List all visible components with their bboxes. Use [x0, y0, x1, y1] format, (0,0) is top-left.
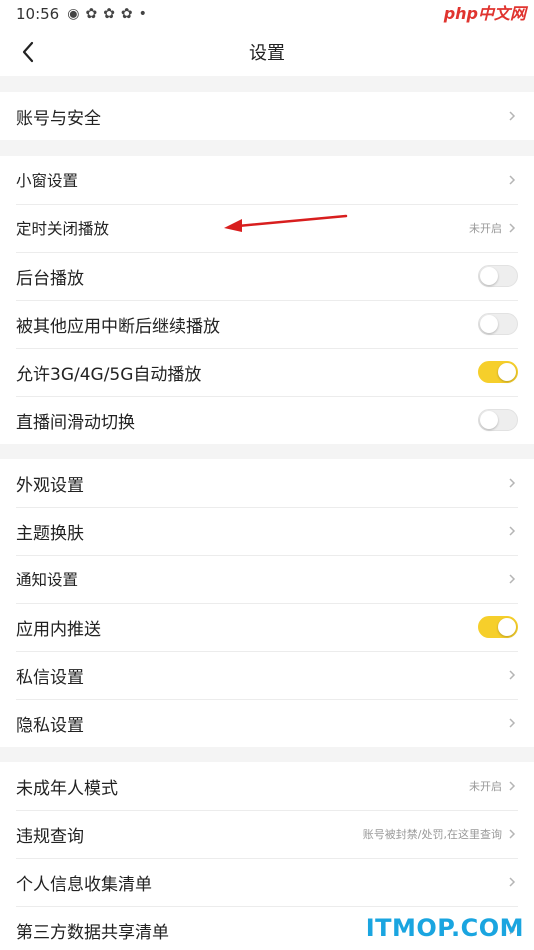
settings-group-playback: 小窗设置 定时关闭播放 未开启 后台播放 被其他应用中断后继续播放 允许3G/4… [0, 156, 534, 444]
setting-label: 被其他应用中断后继续播放 [16, 316, 220, 337]
chevron-right-icon [508, 779, 518, 793]
setting-background-play: 后台播放 [0, 252, 534, 300]
setting-live-swipe: 直播间滑动切换 [0, 396, 534, 444]
setting-label: 主题换肤 [16, 523, 84, 544]
chevron-right-icon [508, 716, 518, 730]
app-icon: ✿ [103, 6, 115, 22]
toggle-knob [498, 363, 516, 381]
setting-private-messages[interactable]: 私信设置 [0, 651, 534, 699]
live-swipe-toggle[interactable] [478, 409, 518, 431]
settings-group-account: 账号与安全 [0, 92, 534, 140]
setting-label: 允许3G/4G/5G自动播放 [16, 364, 202, 385]
annotation-arrow-icon [224, 214, 348, 232]
setting-personal-info-list[interactable]: 个人信息收集清单 [0, 858, 534, 906]
nav-header: 设置 [0, 28, 534, 76]
toggle-knob [498, 618, 516, 636]
section-gap [0, 76, 534, 92]
background-play-toggle[interactable] [478, 265, 518, 287]
chevron-right-icon [508, 668, 518, 682]
chevron-right-icon [508, 173, 518, 187]
resume-after-interrupt-toggle[interactable] [478, 313, 518, 335]
setting-value: 未开启 [469, 222, 502, 235]
chevron-right-icon [508, 875, 518, 889]
status-icons: ◉ ✿ ✿ ✿ • [67, 6, 147, 22]
section-gap [0, 747, 534, 762]
section-gap [0, 140, 534, 156]
setting-privacy[interactable]: 隐私设置 [0, 699, 534, 747]
setting-value: 账号被封禁/处罚,在这里查询 [362, 828, 502, 841]
app-icon: ✿ [85, 6, 98, 22]
status-time: 10:56 [16, 5, 60, 23]
setting-label: 后台播放 [16, 268, 84, 289]
status-dot: • [138, 6, 147, 22]
setting-value: 未开启 [469, 780, 502, 793]
setting-notifications[interactable]: 通知设置 [0, 555, 534, 603]
chevron-right-icon [508, 221, 518, 235]
chevron-left-icon [22, 41, 34, 63]
setting-minor-mode[interactable]: 未成年人模式 未开启 [0, 762, 534, 810]
setting-mini-window[interactable]: 小窗设置 [0, 156, 534, 204]
setting-theme-skin[interactable]: 主题换肤 [0, 507, 534, 555]
chevron-right-icon [508, 476, 518, 490]
chevron-right-icon [508, 109, 518, 123]
setting-label: 小窗设置 [16, 172, 79, 190]
setting-label: 外观设置 [16, 475, 84, 496]
weibo-icon: ◉ [67, 6, 80, 22]
setting-in-app-push: 应用内推送 [0, 603, 534, 651]
setting-label: 通知设置 [16, 571, 79, 589]
toggle-knob [480, 267, 498, 285]
setting-label: 违规查询 [16, 826, 84, 847]
setting-violation-query[interactable]: 违规查询 账号被封禁/处罚,在这里查询 [0, 810, 534, 858]
setting-label: 未成年人模式 [16, 778, 118, 799]
settings-group-general: 外观设置 主题换肤 通知设置 应用内推送 私信设置 隐私设置 [0, 459, 534, 747]
setting-label: 直播间滑动切换 [16, 412, 135, 433]
setting-resume-after-interrupt: 被其他应用中断后继续播放 [0, 300, 534, 348]
toggle-knob [480, 315, 498, 333]
chevron-right-icon [508, 827, 518, 841]
chevron-right-icon [508, 572, 518, 586]
chevron-right-icon [508, 524, 518, 538]
app-icon: ✿ [120, 6, 133, 22]
setting-label: 隐私设置 [16, 715, 84, 736]
section-gap [0, 444, 534, 459]
setting-account-security[interactable]: 账号与安全 [0, 92, 534, 140]
setting-label: 账号与安全 [16, 108, 101, 129]
setting-label: 应用内推送 [16, 619, 101, 640]
setting-label: 个人信息收集清单 [16, 874, 152, 895]
watermark-bottom: ITMOP.COM [365, 914, 524, 942]
setting-label: 私信设置 [16, 667, 84, 688]
mobile-autoplay-toggle[interactable] [478, 361, 518, 383]
page-title: 设置 [249, 43, 285, 64]
in-app-push-toggle[interactable] [478, 616, 518, 638]
setting-appearance[interactable]: 外观设置 [0, 459, 534, 507]
watermark-top: php中文网 [443, 4, 526, 23]
setting-mobile-autoplay: 允许3G/4G/5G自动播放 [0, 348, 534, 396]
back-button[interactable] [12, 36, 44, 68]
toggle-knob [480, 411, 498, 429]
